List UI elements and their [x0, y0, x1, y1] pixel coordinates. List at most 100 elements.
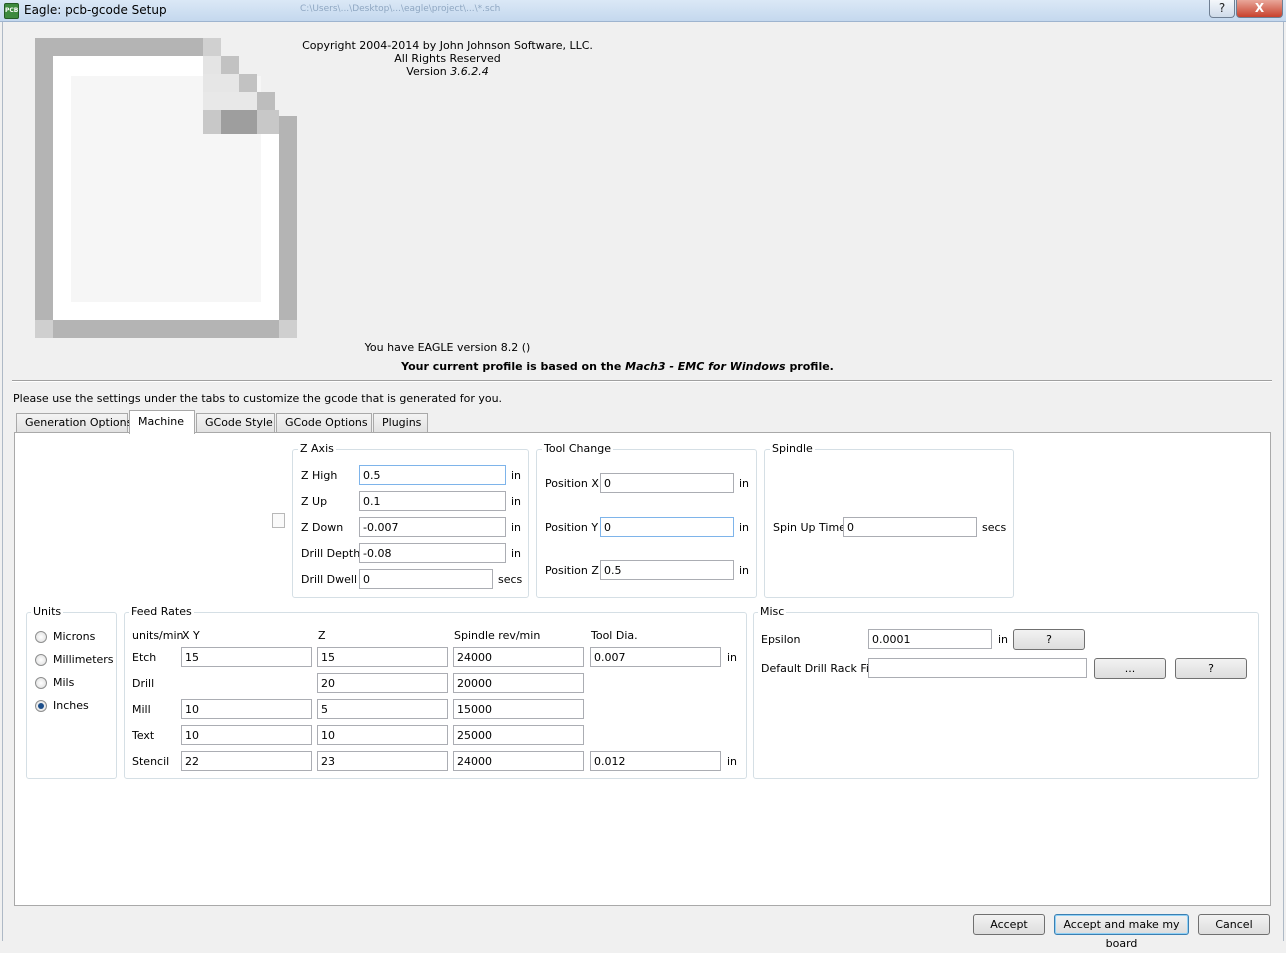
- drill-rack-help-button[interactable]: ?: [1175, 658, 1247, 679]
- epsilon-help-button[interactable]: ?: [1013, 629, 1085, 650]
- position-z-label: Position Z: [545, 564, 599, 577]
- document-icon: [272, 513, 285, 528]
- drill-dwell-label: Drill Dwell: [301, 573, 358, 586]
- profile-prefix: Your current profile is based on the: [401, 360, 622, 373]
- position-x-unit: in: [739, 477, 750, 490]
- tab-plugins[interactable]: Plugins: [373, 413, 428, 433]
- z-down-unit: in: [511, 521, 522, 534]
- position-z-input[interactable]: [600, 560, 734, 580]
- position-y-input[interactable]: [600, 517, 734, 537]
- spindle-header: Spindle rev/min: [454, 629, 541, 642]
- spin-up-time-label: Spin Up Time: [773, 521, 846, 534]
- stencil-xy-input[interactable]: [181, 751, 312, 771]
- inches-label[interactable]: Inches: [53, 699, 89, 712]
- position-y-unit: in: [739, 521, 750, 534]
- stencil-z-input[interactable]: [317, 751, 448, 771]
- cancel-button[interactable]: Cancel: [1198, 914, 1270, 935]
- stencil-spindle-input[interactable]: [453, 751, 584, 771]
- etch-xy-input[interactable]: [181, 647, 312, 667]
- position-z-unit: in: [739, 564, 750, 577]
- drill-z-input[interactable]: [317, 673, 448, 693]
- app-icon: PCB: [4, 3, 19, 19]
- z-down-input[interactable]: [359, 517, 506, 537]
- profile-suffix: profile.: [789, 360, 834, 373]
- browse-button[interactable]: ...: [1094, 658, 1166, 679]
- separator: [12, 380, 1272, 382]
- mill-xy-input[interactable]: [181, 699, 312, 719]
- tab-generation-options[interactable]: Generation Options: [16, 413, 132, 433]
- mils-label[interactable]: Mils: [53, 676, 74, 689]
- tab-gcode-style[interactable]: GCode Style: [196, 413, 275, 433]
- misc-title: Misc: [758, 605, 787, 618]
- microns-radio[interactable]: [35, 631, 47, 643]
- mill-label: Mill: [132, 703, 151, 716]
- drill-label: Drill: [132, 677, 155, 690]
- microns-label[interactable]: Microns: [53, 630, 95, 643]
- text-label: Text: [132, 729, 155, 742]
- drill-rack-input[interactable]: [868, 658, 1087, 678]
- rights-text: All Rights Reserved: [394, 52, 501, 65]
- help-button[interactable]: ?: [1209, 0, 1235, 18]
- epsilon-input[interactable]: [868, 629, 992, 649]
- xy-header: X Y: [182, 629, 200, 642]
- etch-label: Etch: [132, 651, 157, 664]
- etch-tool-input[interactable]: [590, 647, 721, 667]
- title-bar: PCB Eagle: pcb-gcode Setup C:\Users\...\…: [0, 0, 1286, 22]
- tab-machine[interactable]: Machine: [129, 410, 195, 434]
- z-high-label: Z High: [301, 469, 338, 482]
- etch-tool-unit: in: [727, 651, 738, 664]
- text-spindle-input[interactable]: [453, 725, 584, 745]
- position-x-input[interactable]: [600, 473, 734, 493]
- version-label: Version: [406, 65, 447, 78]
- etch-spindle-input[interactable]: [453, 647, 584, 667]
- accept-button[interactable]: Accept: [973, 914, 1045, 935]
- text-xy-input[interactable]: [181, 725, 312, 745]
- z-up-input[interactable]: [359, 491, 506, 511]
- drill-spindle-input[interactable]: [453, 673, 584, 693]
- mils-radio[interactable]: [35, 677, 47, 689]
- drill-depth-label: Drill Depth: [301, 547, 361, 560]
- z-down-label: Z Down: [301, 521, 344, 534]
- accept-and-make-button[interactable]: Accept and make my board: [1054, 914, 1189, 950]
- z-up-unit: in: [511, 495, 522, 508]
- millimeters-label[interactable]: Millimeters: [53, 653, 114, 666]
- spindle-title: Spindle: [770, 442, 815, 455]
- tab-gcode-options[interactable]: GCode Options: [276, 413, 372, 433]
- version-line: Version 3.6.2.4: [300, 65, 595, 78]
- drill-rack-label: Default Drill Rack File: [761, 662, 879, 675]
- spin-up-time-unit: secs: [982, 521, 1007, 534]
- position-y-label: Position Y: [545, 521, 599, 534]
- mill-z-input[interactable]: [317, 699, 448, 719]
- z-high-input[interactable]: [359, 465, 506, 485]
- mill-spindle-input[interactable]: [453, 699, 584, 719]
- stencil-tool-input[interactable]: [590, 751, 721, 771]
- instructions-text: Please use the settings under the tabs t…: [13, 392, 503, 405]
- drill-depth-unit: in: [511, 547, 522, 560]
- inches-radio[interactable]: [35, 700, 47, 712]
- copyright-text: Copyright 2004-2014 by John Johnson Soft…: [302, 39, 593, 52]
- units-title: Units: [31, 605, 64, 618]
- spin-up-time-input[interactable]: [843, 517, 977, 537]
- eagle-version-text: You have EAGLE version 8.2 (): [364, 341, 531, 354]
- window-title: Eagle: pcb-gcode Setup: [24, 3, 167, 17]
- drill-depth-input[interactable]: [359, 543, 506, 563]
- logo-image: [35, 38, 297, 338]
- stencil-label: Stencil: [132, 755, 170, 768]
- epsilon-unit: in: [998, 633, 1009, 646]
- z-header: Z: [318, 629, 326, 642]
- etch-z-input[interactable]: [317, 647, 448, 667]
- profile-name: Mach3 - EMC for Windows: [625, 360, 786, 373]
- units-per-min-header: units/min: [132, 629, 184, 642]
- background-window-title: C:\Users\...\Desktop\...\eagle\project\.…: [300, 4, 501, 14]
- epsilon-label: Epsilon: [761, 633, 801, 646]
- position-x-label: Position X: [545, 477, 599, 490]
- text-z-input[interactable]: [317, 725, 448, 745]
- close-button[interactable]: X: [1236, 0, 1283, 18]
- z-high-unit: in: [511, 469, 522, 482]
- profile-text: Your current profile is based on the Mac…: [300, 360, 935, 373]
- tool-dia-header: Tool Dia.: [591, 629, 638, 642]
- drill-dwell-input[interactable]: [359, 569, 493, 589]
- millimeters-radio[interactable]: [35, 654, 47, 666]
- tool-change-title: Tool Change: [542, 442, 613, 455]
- stencil-tool-unit: in: [727, 755, 738, 768]
